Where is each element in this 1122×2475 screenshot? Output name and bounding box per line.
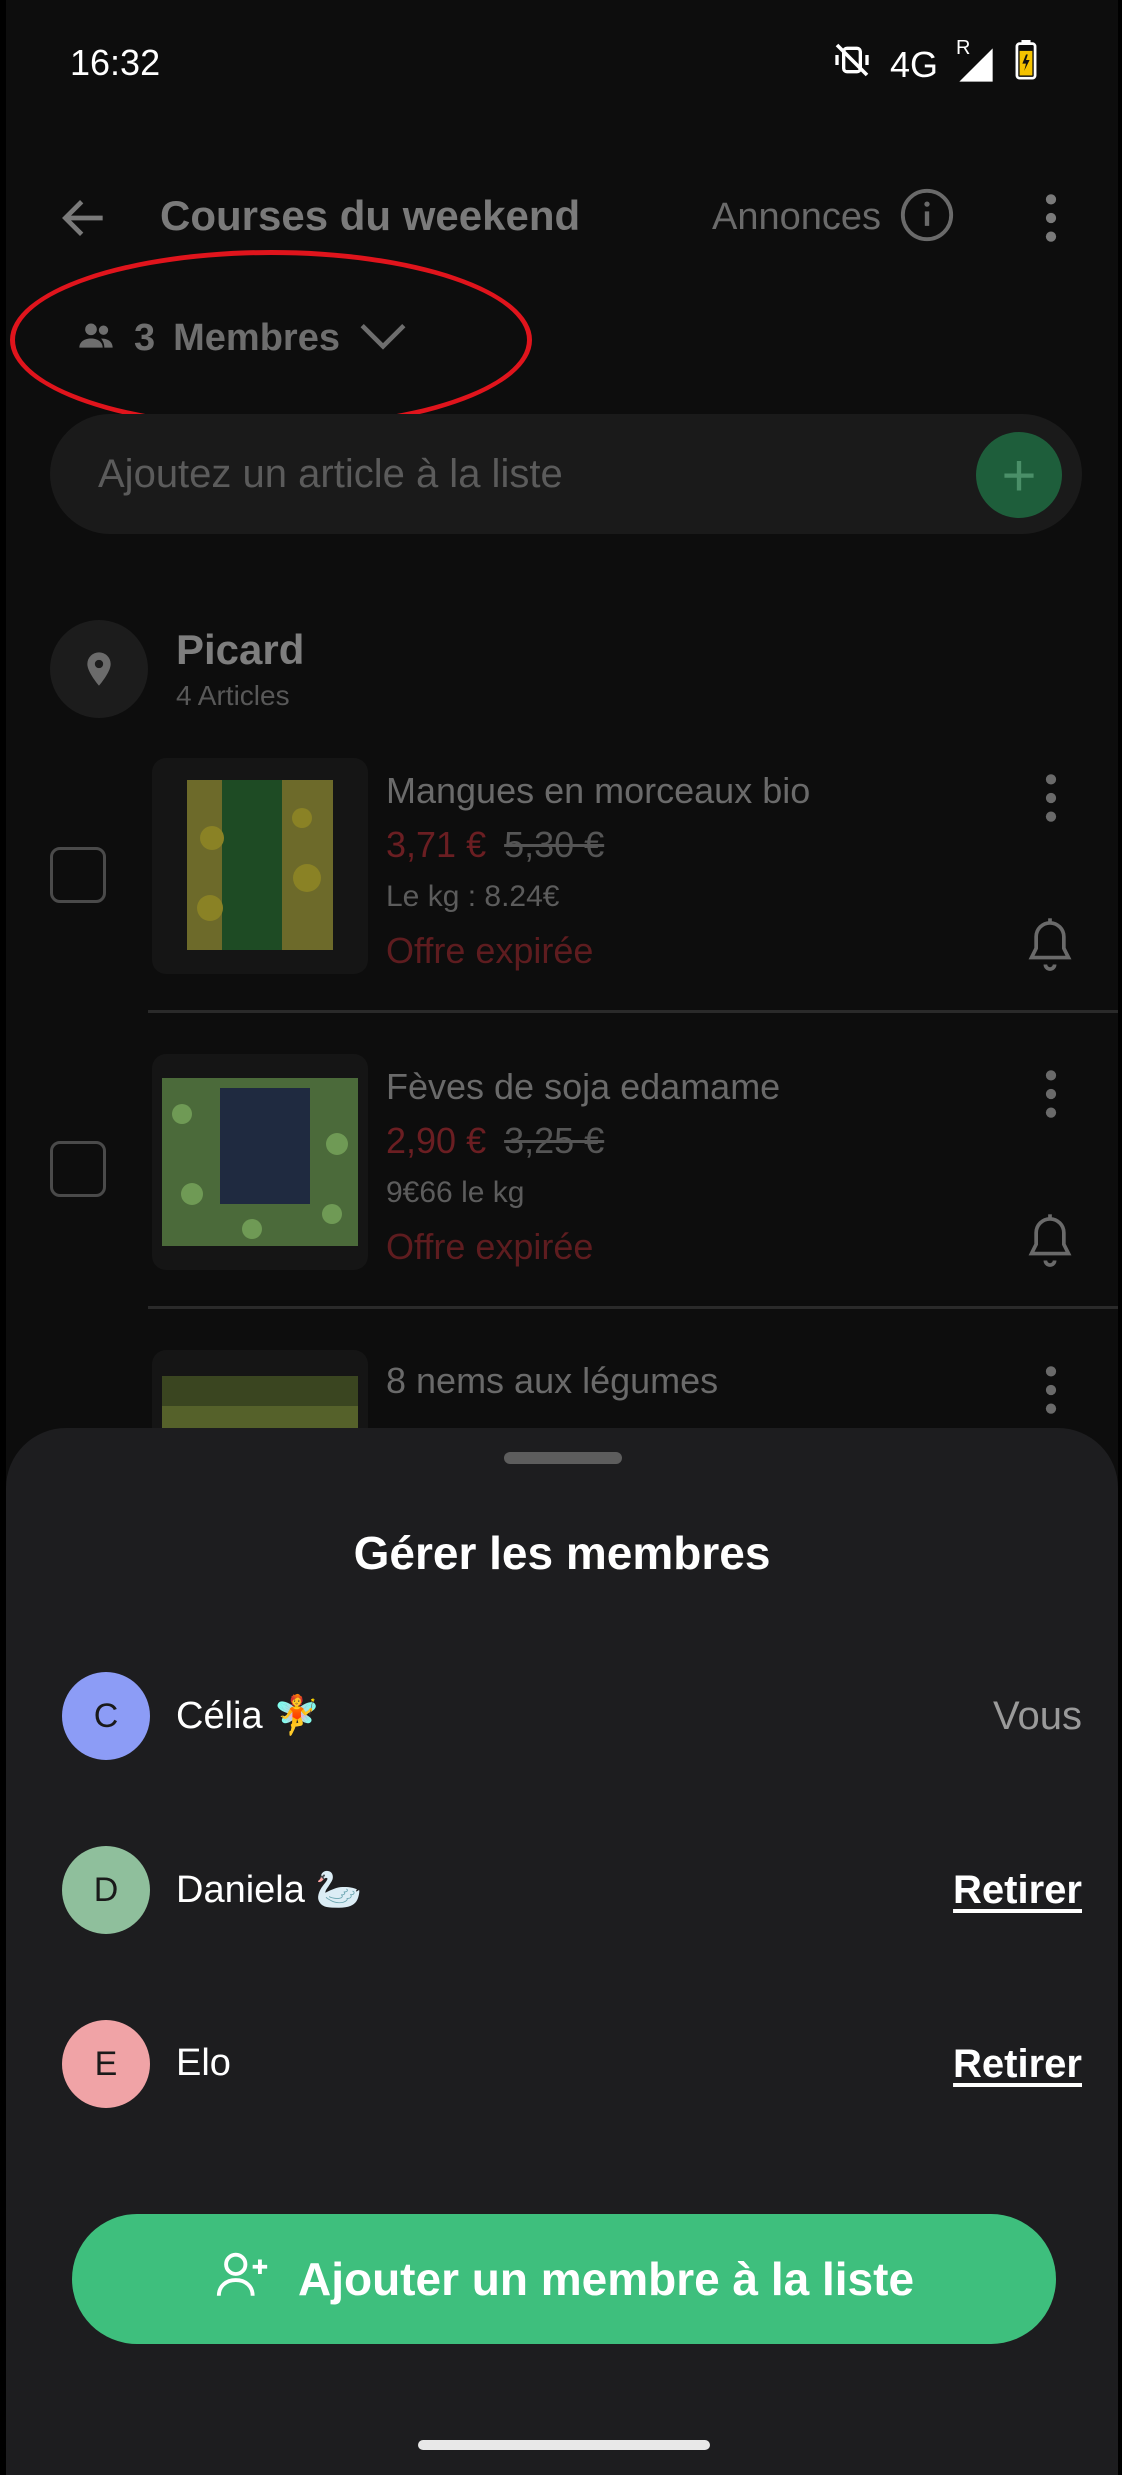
product-image xyxy=(152,758,368,974)
member-row: C Célia 🧚 Vous xyxy=(6,1672,1118,1762)
drag-handle[interactable] xyxy=(504,1452,622,1464)
remove-member-button[interactable]: Retirer xyxy=(953,2042,1082,2087)
item-checkbox[interactable] xyxy=(50,847,106,903)
battery-icon xyxy=(1014,40,1038,89)
item-more-icon[interactable] xyxy=(1036,770,1066,831)
member-row: E Elo Retirer xyxy=(6,2020,1118,2110)
bell-icon[interactable] xyxy=(1022,916,1078,981)
add-member-button[interactable]: Ajouter un membre à la liste xyxy=(72,2214,1056,2344)
add-item-button[interactable]: + xyxy=(976,432,1062,518)
back-arrow-icon[interactable] xyxy=(56,190,112,251)
list-title: Courses du weekend xyxy=(160,192,581,239)
item-price: 2,90 € 3,25 € xyxy=(386,1120,604,1162)
bell-icon[interactable] xyxy=(1022,1212,1078,1277)
avatar: D xyxy=(62,1846,150,1934)
manage-members-sheet: Gérer les membres C Célia 🧚 Vous D Danie… xyxy=(6,1428,1118,2475)
remove-member-button[interactable]: Retirer xyxy=(953,1868,1082,1913)
old-price: 5,30 € xyxy=(504,824,605,865)
store-name: Picard xyxy=(176,626,305,673)
highlight-annotation xyxy=(10,250,532,430)
signal-icon: R xyxy=(956,37,996,85)
status-icons: 4G R xyxy=(832,37,1038,89)
item-more-icon[interactable] xyxy=(1036,1362,1066,1423)
current-user-label: Vous xyxy=(993,1694,1082,1738)
list-item: Mangues en morceaux bio 3,71 € 5,30 € Le … xyxy=(6,750,1118,1045)
unit-price: 9€66 le kg xyxy=(386,1176,525,1209)
add-item-placeholder: Ajoutez un article à la liste xyxy=(98,452,563,496)
divider xyxy=(148,1010,1118,1013)
add-item-field[interactable]: Ajoutez un article à la liste + xyxy=(50,414,1082,534)
location-pin-icon xyxy=(50,620,148,718)
offer-status: Offre expirée xyxy=(386,1226,594,1267)
member-name: Célia 🧚 xyxy=(176,1695,321,1737)
current-price: 2,90 € xyxy=(386,1120,487,1161)
item-checkbox[interactable] xyxy=(50,1141,106,1197)
list-item: Fèves de soja edamame 2,90 € 3,25 € 9€66 … xyxy=(6,1046,1118,1341)
status-bar: 16:32 4G R xyxy=(6,0,1118,130)
screen: 16:32 4G R Courses du weekend Annonces 3… xyxy=(6,0,1118,2475)
ads-label[interactable]: Annonces xyxy=(712,196,881,239)
avatar: E xyxy=(62,2020,150,2108)
sheet-title: Gérer les membres xyxy=(353,1527,771,1579)
member-row: D Daniela 🦢 Retirer xyxy=(6,1846,1118,1936)
add-member-label: Ajouter un membre à la liste xyxy=(297,2253,915,2305)
status-time: 16:32 xyxy=(70,42,161,83)
current-price: 3,71 € xyxy=(386,824,487,865)
more-vert-icon[interactable] xyxy=(1036,190,1066,251)
divider xyxy=(148,1306,1118,1309)
store-article-count: 4 Articles xyxy=(176,680,290,711)
old-price: 3,25 € xyxy=(504,1120,605,1161)
item-name: Fèves de soja edamame xyxy=(386,1066,781,1107)
gesture-nav-bar[interactable] xyxy=(418,2440,710,2450)
item-name: Mangues en morceaux bio xyxy=(386,770,811,811)
offer-status: Offre expirée xyxy=(386,930,594,971)
vibrate-off-icon xyxy=(832,40,872,89)
add-person-icon xyxy=(214,2245,272,2314)
member-name: Elo xyxy=(176,2042,231,2084)
unit-price: Le kg : 8.24€ xyxy=(386,880,560,913)
product-image xyxy=(152,1054,368,1270)
item-more-icon[interactable] xyxy=(1036,1066,1066,1127)
info-icon[interactable] xyxy=(898,186,956,249)
item-name: 8 nems aux légumes xyxy=(386,1360,719,1401)
roaming-indicator: R xyxy=(956,36,971,59)
item-price: 3,71 € 5,30 € xyxy=(386,824,604,866)
member-name: Daniela 🦢 xyxy=(176,1869,363,1911)
network-type: 4G xyxy=(889,43,938,85)
avatar: C xyxy=(62,1672,150,1760)
app-bar: Courses du weekend Annonces xyxy=(6,160,1118,270)
